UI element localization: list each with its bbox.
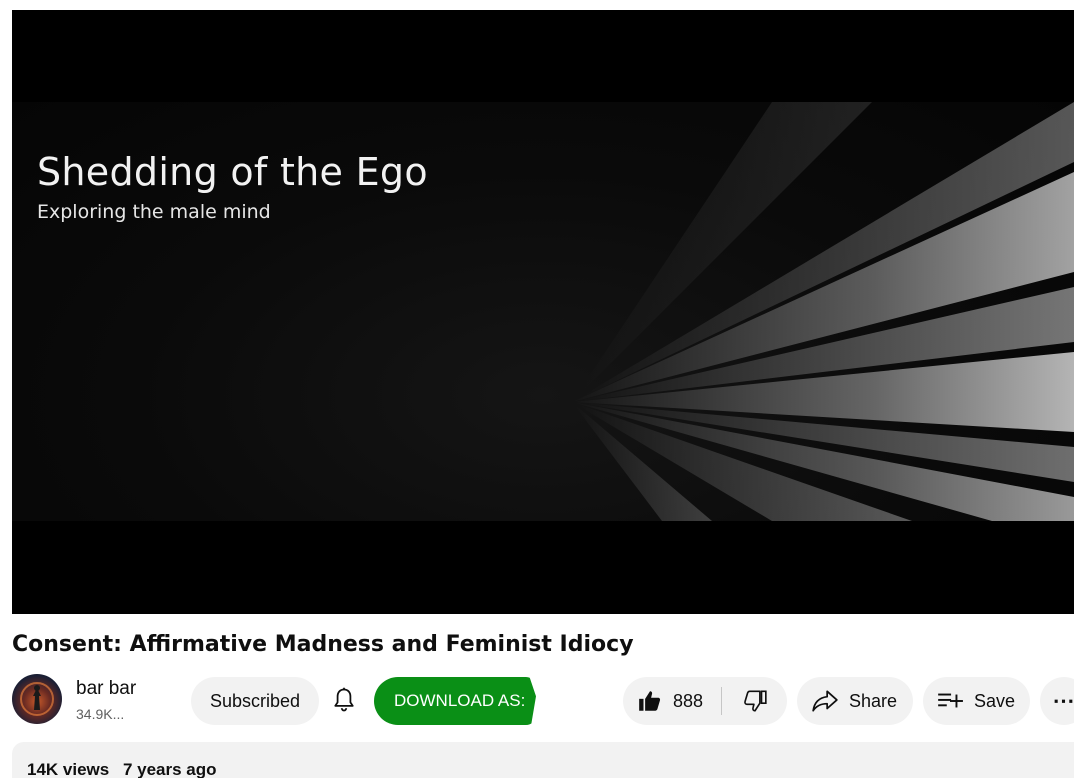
more-actions-button[interactable]: ⋯ bbox=[1040, 677, 1074, 725]
dislike-button[interactable] bbox=[722, 677, 787, 725]
view-count: 14K views bbox=[27, 760, 110, 778]
video-frame: Shedding of the Ego Exploring the male m… bbox=[12, 102, 1074, 521]
like-button[interactable]: 888 bbox=[623, 677, 721, 725]
share-button[interactable]: Share bbox=[797, 677, 913, 725]
share-arrow-icon bbox=[812, 690, 838, 712]
thumbs-up-icon bbox=[639, 691, 661, 711]
subscribed-button[interactable]: Subscribed bbox=[191, 677, 319, 725]
avatar-figure-graphic bbox=[20, 682, 54, 716]
playlist-add-icon bbox=[938, 693, 963, 708]
video-title: Consent: Affirmative Madness and Feminis… bbox=[12, 632, 634, 657]
channel-avatar[interactable] bbox=[12, 674, 62, 724]
video-player[interactable]: Shedding of the Ego Exploring the male m… bbox=[12, 10, 1074, 614]
subscriber-count: 34.9K... bbox=[76, 706, 125, 722]
download-button[interactable]: DOWNLOAD AS: bbox=[374, 677, 536, 725]
channel-name[interactable]: bar bar bbox=[76, 678, 136, 700]
more-icon: ⋯ bbox=[1052, 688, 1074, 713]
download-label: DOWNLOAD AS: bbox=[394, 691, 526, 710]
upload-age: 7 years ago bbox=[122, 760, 217, 778]
banner-title: Shedding of the Ego bbox=[37, 150, 428, 194]
thumbs-down-icon bbox=[743, 690, 767, 712]
bell-icon[interactable] bbox=[330, 686, 358, 714]
share-label: Share bbox=[849, 690, 898, 711]
save-label: Save bbox=[974, 690, 1016, 711]
like-dislike-group: 888 bbox=[623, 677, 787, 725]
description-meta: 14K views 7 years ago bbox=[27, 760, 217, 778]
like-count: 888 bbox=[673, 690, 704, 711]
banner-subtitle: Exploring the male mind bbox=[37, 201, 271, 223]
save-button[interactable]: Save bbox=[923, 677, 1030, 725]
